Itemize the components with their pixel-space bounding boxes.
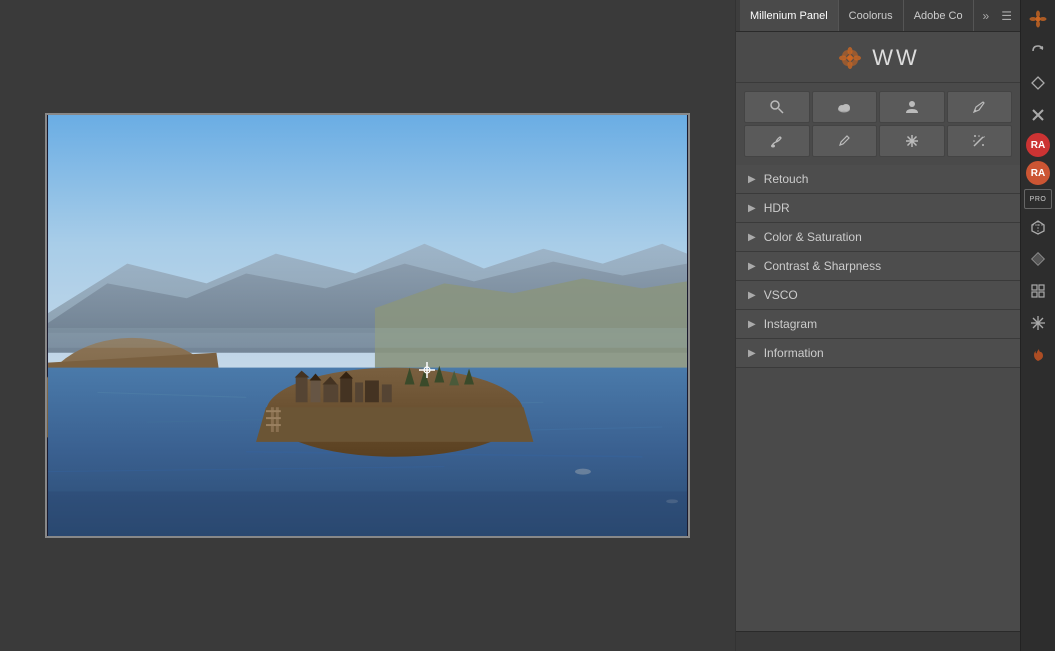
- tab-bar: Millenium Panel Coolorus Adobe Co » ☰: [736, 0, 1020, 32]
- panel-item-vsco[interactable]: ▶ VSCO: [736, 281, 1020, 310]
- panel-item-retouch-label: Retouch: [764, 172, 809, 186]
- canvas-area: [0, 0, 735, 651]
- panel-item-color-saturation-label: Color & Saturation: [764, 230, 862, 244]
- panel-item-contrast-sharpness-label: Contrast & Sharpness: [764, 259, 881, 273]
- arrow-icon: ▶: [748, 232, 756, 243]
- panel-item-vsco-label: VSCO: [764, 288, 798, 302]
- tab-overflow-button[interactable]: »: [979, 7, 994, 25]
- panel-item-instagram-label: Instagram: [764, 317, 817, 331]
- tool-grid: [736, 83, 1020, 165]
- panel-bottom: [736, 631, 1020, 651]
- flower-icon-button[interactable]: [1024, 5, 1052, 33]
- grid-icon-button[interactable]: [1024, 277, 1052, 305]
- panel-item-contrast-sharpness[interactable]: ▶ Contrast & Sharpness: [736, 252, 1020, 281]
- arrow-icon: ▶: [748, 319, 756, 330]
- cube-icon-button[interactable]: [1024, 213, 1052, 241]
- icon-bar: RA RA PRO: [1020, 0, 1055, 651]
- pro-badge-button[interactable]: PRO: [1024, 189, 1052, 209]
- tab-millenium-panel[interactable]: Millenium Panel: [740, 0, 839, 31]
- rotate-icon-button[interactable]: [1024, 37, 1052, 65]
- logo-flower-icon: [836, 44, 864, 72]
- tools-cross-icon-button[interactable]: [1024, 101, 1052, 129]
- logo-text: WW: [872, 45, 920, 71]
- panel-list: ▶ Retouch ▶ HDR ▶ Color & Saturation ▶ C…: [736, 165, 1020, 631]
- image-canvas[interactable]: [45, 113, 690, 538]
- share-icon-button[interactable]: [1024, 69, 1052, 97]
- asterisk-tool-button[interactable]: [879, 125, 945, 157]
- panel-item-instagram[interactable]: ▶ Instagram: [736, 310, 1020, 339]
- avatar-ra-1-button[interactable]: RA: [1026, 133, 1050, 157]
- panel-item-hdr[interactable]: ▶ HDR: [736, 194, 1020, 223]
- magnify-tool-button[interactable]: [744, 91, 810, 123]
- tab-adobe-co[interactable]: Adobe Co: [904, 0, 974, 31]
- panel-item-hdr-label: HDR: [764, 201, 790, 215]
- wand-tool-button[interactable]: [947, 125, 1013, 157]
- pencil-tool-button[interactable]: [812, 125, 878, 157]
- tab-menu-button[interactable]: ☰: [997, 7, 1016, 25]
- logo-area: WW: [736, 32, 1020, 83]
- panel-item-information-label: Information: [764, 346, 824, 360]
- pen-tool-button[interactable]: [947, 91, 1013, 123]
- right-panel: Millenium Panel Coolorus Adobe Co » ☰ WW: [735, 0, 1020, 651]
- arrow-icon: ▶: [748, 174, 756, 185]
- gem-icon-button[interactable]: [1024, 245, 1052, 273]
- panel-item-information[interactable]: ▶ Information: [736, 339, 1020, 368]
- arrow-icon: ▶: [748, 290, 756, 301]
- arrow-icon: ▶: [748, 203, 756, 214]
- brush-tool-button[interactable]: [744, 125, 810, 157]
- star-burst-icon-button[interactable]: [1024, 309, 1052, 337]
- arrow-icon: ▶: [748, 348, 756, 359]
- arrow-icon: ▶: [748, 261, 756, 272]
- person-tool-button[interactable]: [879, 91, 945, 123]
- panel-item-color-saturation[interactable]: ▶ Color & Saturation: [736, 223, 1020, 252]
- fire-icon-button[interactable]: [1024, 341, 1052, 369]
- tab-coolorus[interactable]: Coolorus: [839, 0, 904, 31]
- avatar-ra-2-button[interactable]: RA: [1026, 161, 1050, 185]
- panel-item-retouch[interactable]: ▶ Retouch: [736, 165, 1020, 194]
- cloud-tool-button[interactable]: [812, 91, 878, 123]
